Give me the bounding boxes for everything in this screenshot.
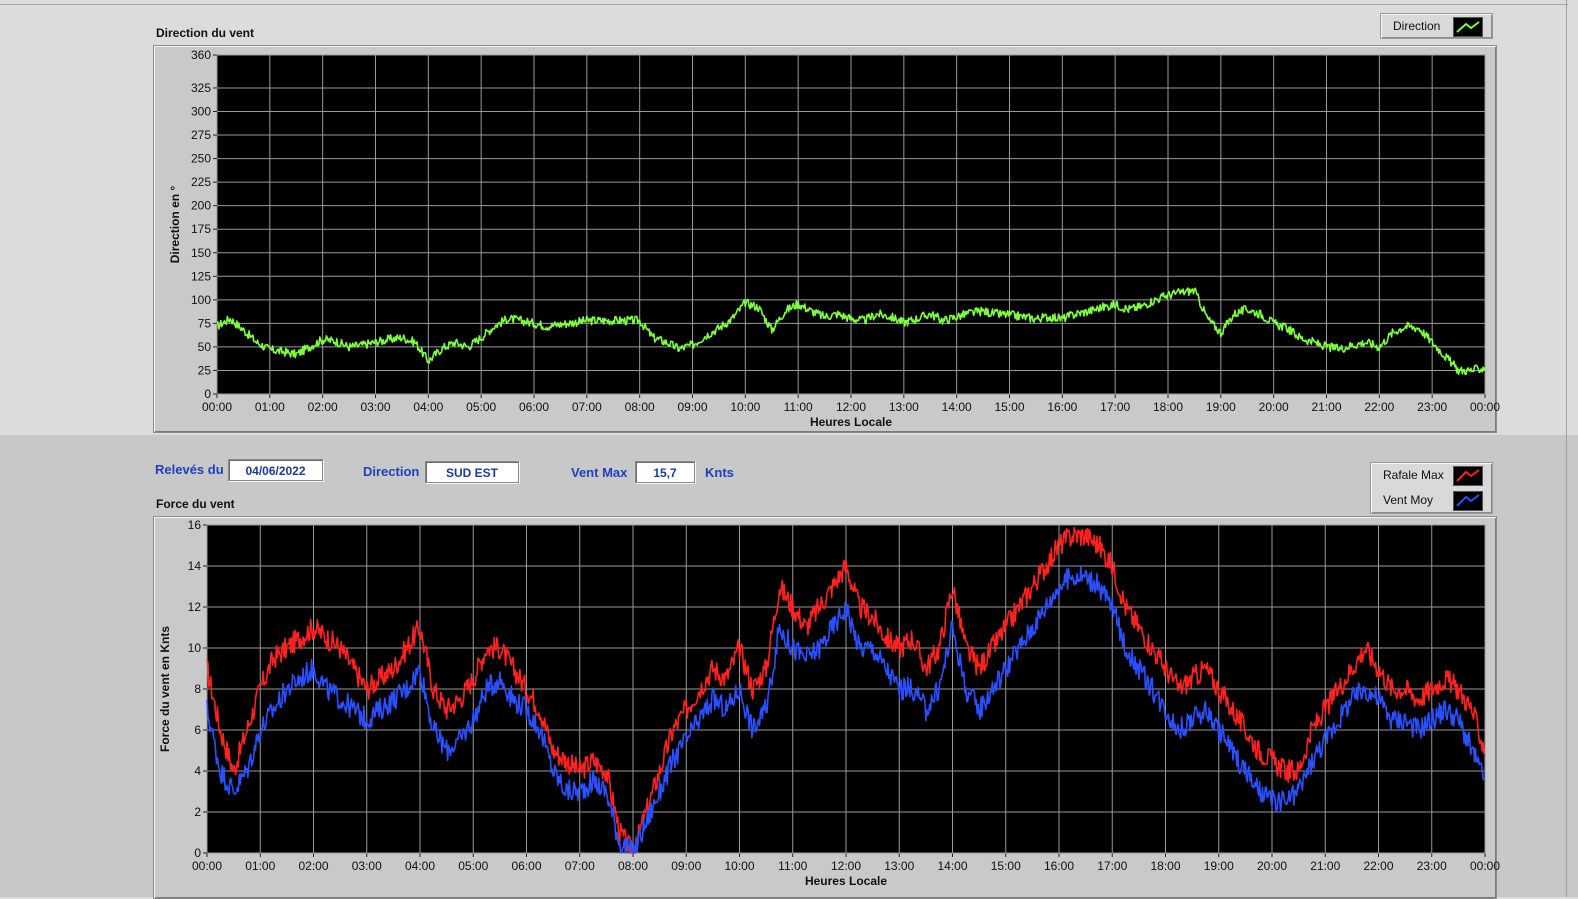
force-xtick-label: 22:00 <box>1363 859 1393 873</box>
force-ytick-label: 12 <box>188 600 202 614</box>
force-xtick-label: 01:00 <box>245 859 275 873</box>
force-xtick-label: 00:00 <box>1470 859 1500 873</box>
force-xtick-label: 17:00 <box>1097 859 1127 873</box>
force-xtick-label: 15:00 <box>991 859 1021 873</box>
force-ytick-label: 2 <box>194 805 201 819</box>
force-xtick-label: 21:00 <box>1310 859 1340 873</box>
force-xtick-label: 05:00 <box>458 859 488 873</box>
force-xtick-label: 16:00 <box>1044 859 1074 873</box>
force-xtick-label: 06:00 <box>511 859 541 873</box>
force-ytick-label: 0 <box>194 846 201 860</box>
force-ytick-label: 4 <box>194 764 201 778</box>
force-xtick-label: 00:00 <box>192 859 222 873</box>
force-chart: 00:00 01:00 02:00 03:00 04:00 05:00 06:00 07:00… <box>158 518 1500 888</box>
force-xtick-label: 08:00 <box>618 859 648 873</box>
force-xtick-label: 04:00 <box>405 859 435 873</box>
force-xtick-label: 03:00 <box>352 859 382 873</box>
force-xtick-label: 02:00 <box>298 859 328 873</box>
force-xtick-label: 09:00 <box>671 859 701 873</box>
force-xtick-label: 19:00 <box>1204 859 1234 873</box>
force-ytick-label: 8 <box>194 682 201 696</box>
force-xtick-label: 12:00 <box>831 859 861 873</box>
force-ytick-label: 14 <box>188 559 202 573</box>
force-xtick-label: 18:00 <box>1150 859 1180 873</box>
force-ytick-label: 16 <box>188 518 202 532</box>
force-xtick-label: 14:00 <box>937 859 967 873</box>
force-x-axis-title: Heures Locale <box>805 874 887 888</box>
force-xtick-label: 20:00 <box>1257 859 1287 873</box>
force-ytick-label: 6 <box>194 723 201 737</box>
force-ytick-label: 10 <box>188 641 202 655</box>
force-xtick-label: 10:00 <box>724 859 754 873</box>
force-y-axis-title: Force du vent en Knts <box>158 626 172 752</box>
force-xtick-label: 11:00 <box>778 859 807 873</box>
force-xtick-label: 13:00 <box>884 859 914 873</box>
force-xtick-label: 23:00 <box>1417 859 1447 873</box>
force-xtick-label: 07:00 <box>565 859 595 873</box>
